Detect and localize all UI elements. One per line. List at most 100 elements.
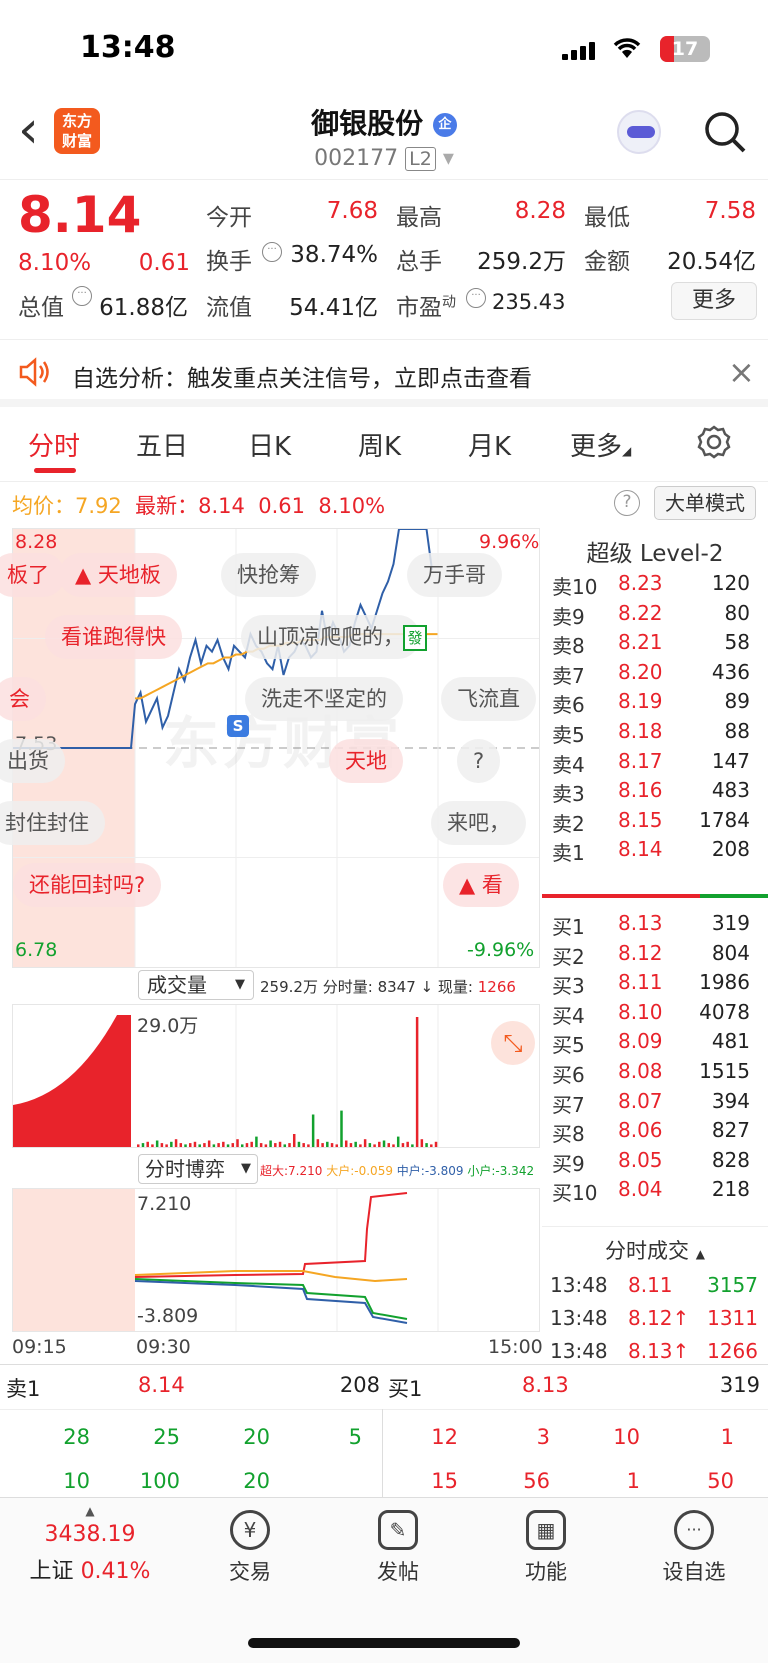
- tab-weekly-k[interactable]: 周K: [358, 426, 401, 463]
- ob-label: 卖8: [552, 634, 585, 659]
- gear-icon[interactable]: [696, 424, 732, 464]
- buy-row[interactable]: 买4 8.10 4078: [542, 997, 768, 1028]
- volume-bar: [146, 1141, 149, 1147]
- comment-bubble[interactable]: 封住封住: [0, 801, 105, 845]
- queue-center-divider: [382, 1409, 383, 1499]
- tab-five-day[interactable]: 五日: [136, 426, 188, 463]
- buy-row[interactable]: 买3 8.11 1986: [542, 967, 768, 998]
- tick-price: 8.13↑: [628, 1339, 690, 1363]
- tab-intraday[interactable]: 分时: [28, 426, 80, 463]
- sell-row[interactable]: 卖4 8.17 147: [542, 746, 768, 777]
- sell-row[interactable]: 卖8 8.21 58: [542, 627, 768, 658]
- comment-bubble[interactable]: 飞流直: [441, 677, 536, 721]
- comment-bubble[interactable]: 万手哥: [407, 553, 502, 597]
- sell-row[interactable]: 卖1 8.14 208: [542, 834, 768, 865]
- nav-trade[interactable]: ¥ 交易: [190, 1510, 310, 1586]
- buy-row[interactable]: 买6 8.08 1515: [542, 1056, 768, 1087]
- yen-icon: ¥: [230, 1510, 270, 1550]
- signal-banner[interactable]: 自选分析：触发重点关注信号，立即点击查看 ×: [0, 345, 768, 407]
- close-icon[interactable]: ×: [728, 353, 755, 391]
- tick-row: 13:48 8.11 3157: [542, 1270, 768, 1301]
- index-value: 3438.19: [44, 1522, 136, 1547]
- volume-now-value: 1266: [477, 978, 516, 996]
- queue-buy-vol: 319: [719, 1373, 760, 1397]
- s-marker[interactable]: S: [227, 715, 249, 737]
- volume-bar: [231, 1143, 235, 1147]
- buy-row[interactable]: 买2 8.12 804: [542, 938, 768, 969]
- volume-selector[interactable]: 成交量 ▼: [138, 970, 254, 1000]
- volume-bar: [406, 1141, 409, 1147]
- sell-row[interactable]: 卖5 8.18 88: [542, 716, 768, 747]
- game-header: 分时博弈 ▼ 超大:7.210 大户:-0.059 中户:-3.809 小户:-3…: [12, 1150, 540, 1186]
- pe-value: 235.43: [492, 290, 566, 314]
- sell-row[interactable]: 卖2 8.15 1784: [542, 805, 768, 836]
- nav-functions[interactable]: ▦ 功能: [486, 1510, 606, 1586]
- tab-monthly-k[interactable]: 月K: [468, 426, 511, 463]
- nav-add-watchlist[interactable]: ··· 设自选: [634, 1510, 754, 1586]
- comment-bubble[interactable]: 来吧，: [431, 801, 526, 845]
- more-button[interactable]: 更多: [671, 282, 757, 320]
- comment-bubble[interactable]: ?: [457, 739, 501, 783]
- comment-bubble[interactable]: 还能回封吗?: [13, 863, 162, 907]
- firecracker-icon: ▲: [459, 873, 476, 897]
- game-chart[interactable]: 7.210 -3.809: [12, 1188, 540, 1332]
- intraday-chart[interactable]: 东方财富 8.28 7.53 6.78 9.96% -9.96% 板了 ▲ 天地…: [0, 528, 540, 968]
- ob-volume: 828: [711, 1147, 750, 1172]
- sell-row[interactable]: 卖7 8.20 436: [542, 657, 768, 688]
- comment-text: 天地板: [97, 563, 161, 587]
- buy-row[interactable]: 买9 8.05 828: [542, 1145, 768, 1176]
- info-icon[interactable]: ···: [466, 288, 486, 308]
- pct-top-label: 9.96%: [479, 531, 540, 553]
- index-ticker[interactable]: ▲ 3438.19 上证 0.41%: [20, 1504, 160, 1585]
- sell-row[interactable]: 卖6 8.19 89: [542, 686, 768, 717]
- comment-bubble[interactable]: 板了: [0, 553, 65, 597]
- buy-row[interactable]: 买1 8.13 319: [542, 908, 768, 939]
- sell-row[interactable]: 卖10 8.23 120: [542, 568, 768, 599]
- pe-superscript: 动: [442, 294, 456, 311]
- comment-bubble[interactable]: 洗走不坚定的: [245, 677, 403, 721]
- volume-bar: [415, 1017, 419, 1147]
- buy-row[interactable]: 买5 8.09 481: [542, 1026, 768, 1057]
- info-icon[interactable]: ···: [72, 286, 92, 306]
- comment-bubble[interactable]: ▲ 天地板: [59, 553, 177, 597]
- stock-code-row[interactable]: 002177 L2 ▾: [0, 146, 768, 171]
- nav-post[interactable]: ✎ 发帖: [338, 1510, 458, 1586]
- game-selector[interactable]: 分时博弈 ▼: [138, 1154, 258, 1184]
- ob-volume: 208: [711, 837, 750, 862]
- comment-bubble[interactable]: ▲ 看: [443, 863, 519, 907]
- comment-bubble[interactable]: 快抢筹: [221, 553, 316, 597]
- info-icon[interactable]: ···: [262, 242, 282, 262]
- comment-bubble[interactable]: 山顶凉爬爬的，: [241, 615, 420, 659]
- sell-row[interactable]: 卖3 8.16 483: [542, 775, 768, 806]
- tab-more[interactable]: 更多◢: [570, 426, 631, 463]
- chevron-down-icon: ▼: [235, 977, 245, 992]
- low-value: 7.58: [704, 198, 756, 224]
- comment-bubble[interactable]: 看谁跑得快: [45, 615, 182, 659]
- comment-bubble[interactable]: 会: [0, 677, 46, 721]
- tick-volume: 3157: [707, 1273, 758, 1297]
- ob-label: 买3: [552, 974, 585, 999]
- home-indicator: [248, 1638, 520, 1648]
- buy-row[interactable]: 买7 8.07 394: [542, 1086, 768, 1117]
- tab-daily-k[interactable]: 日K: [248, 426, 291, 463]
- comment-bubble[interactable]: 天地: [329, 739, 403, 783]
- volume-bar: [137, 1144, 140, 1147]
- volume-chart[interactable]: 29.0万 ⤡: [12, 1004, 540, 1148]
- last-change: 0.61: [258, 494, 306, 518]
- buy-row[interactable]: 买8 8.06 827: [542, 1115, 768, 1146]
- expand-icon[interactable]: ⤡: [491, 1021, 535, 1065]
- ob-volume: 1515: [699, 1059, 750, 1083]
- ob-volume: 436: [711, 659, 750, 684]
- game-selector-label: 分时博弈: [145, 1157, 225, 1181]
- tick-row: 13:48 8.13↑ 1266: [542, 1336, 768, 1367]
- small-label: 小户:: [467, 1164, 496, 1178]
- buy-row[interactable]: 买10 8.04 218: [542, 1174, 768, 1205]
- help-icon[interactable]: ?: [614, 490, 640, 516]
- sell-row[interactable]: 卖9 8.22 80: [542, 598, 768, 629]
- volume-bar: [226, 1144, 230, 1147]
- big-order-mode-button[interactable]: 大单模式: [654, 486, 756, 520]
- volume-bar: [170, 1141, 173, 1147]
- ticks-header[interactable]: 分时成交 ▲: [542, 1226, 768, 1265]
- volume-bar: [274, 1143, 277, 1147]
- comment-bubble[interactable]: 出货: [0, 739, 65, 783]
